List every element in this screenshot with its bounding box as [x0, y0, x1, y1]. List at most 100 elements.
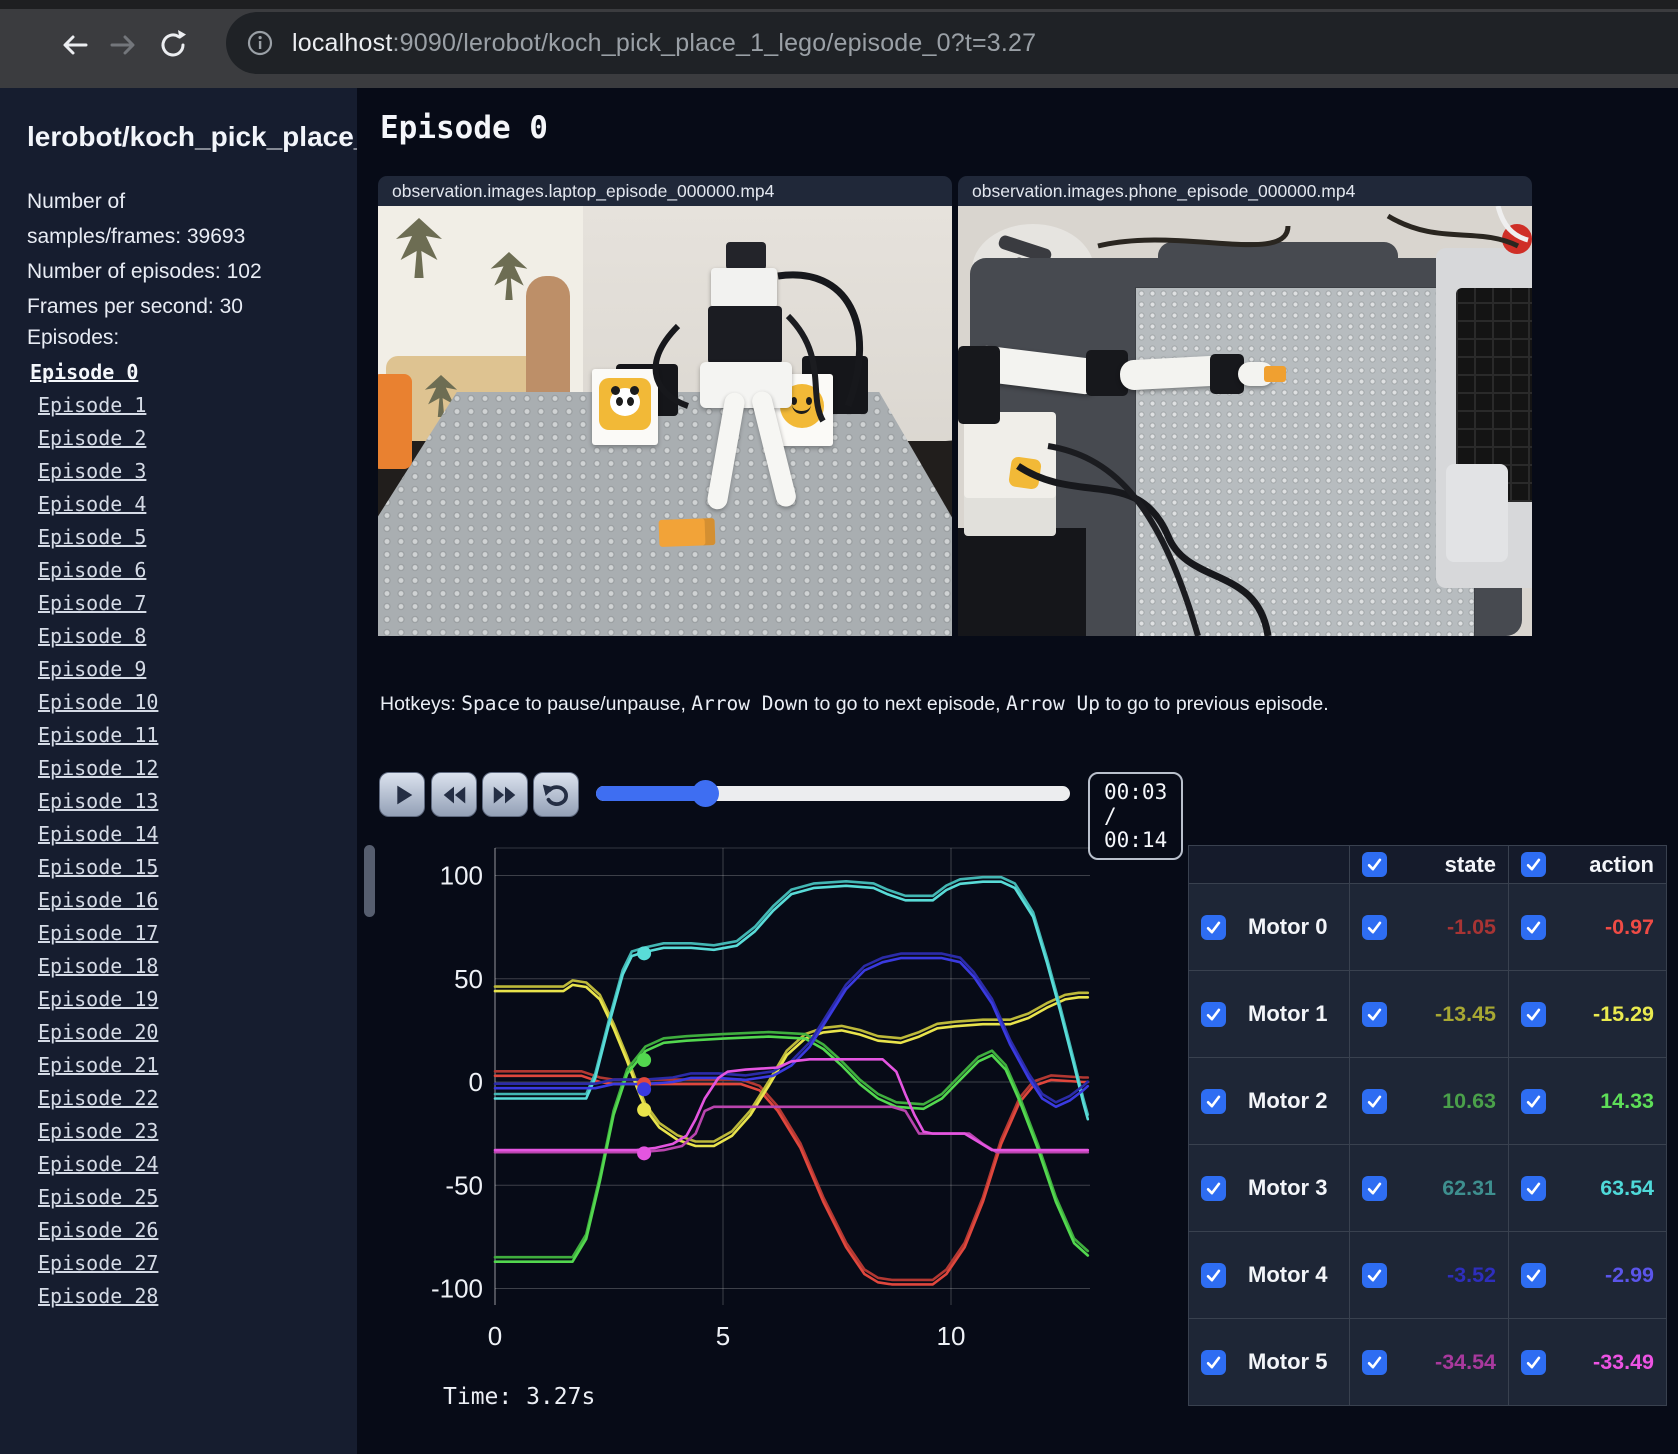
- motor-4-checkbox[interactable]: [1201, 1262, 1226, 1288]
- episode-link-6[interactable]: Episode 6: [38, 554, 146, 587]
- motor-3-checkbox[interactable]: [1201, 1175, 1226, 1201]
- motor-1-state-checkbox[interactable]: [1362, 1001, 1387, 1027]
- episode-link-20[interactable]: Episode 20: [38, 1016, 158, 1049]
- episode-link-7[interactable]: Episode 7: [38, 587, 146, 620]
- episode-link-19[interactable]: Episode 19: [38, 983, 158, 1016]
- motor-chart[interactable]: 100500-50-1000 5 10: [378, 800, 1100, 1400]
- motor-row-0: Motor 0 -1.05 -0.97: [1188, 883, 1667, 971]
- reload-icon[interactable]: [154, 26, 192, 64]
- episode-link-1[interactable]: Episode 1: [38, 389, 146, 422]
- episodes-label: Episodes:: [27, 326, 120, 350]
- episode-link-27[interactable]: Episode 27: [38, 1247, 158, 1280]
- video-phone[interactable]: [958, 206, 1532, 636]
- hotkey-text: Hotkeys:: [380, 693, 462, 715]
- motor-4-action-checkbox[interactable]: [1521, 1262, 1546, 1288]
- motor-4-state-checkbox[interactable]: [1362, 1262, 1387, 1288]
- main-content: Episode 0 observation.images.laptop_epis…: [357, 88, 1678, 1454]
- hotkey-text: to go to next episode,: [808, 693, 1007, 715]
- motor-1-action-checkbox[interactable]: [1521, 1001, 1546, 1027]
- motor-row-3: Motor 3 62.31 63.54: [1188, 1144, 1667, 1232]
- hotkey-key: Arrow Down: [691, 692, 809, 715]
- motor-row-4: Motor 4 -3.52 -2.99: [1188, 1231, 1667, 1319]
- motor-1-checkbox[interactable]: [1201, 1001, 1226, 1027]
- dataset-info-line: Number of: [27, 190, 126, 213]
- motor-table: state action Motor 0 -1.05 -0.97 Motor 1 -13.…: [1188, 845, 1667, 1406]
- episode-link-16[interactable]: Episode 16: [38, 884, 158, 917]
- motor-row-1: Motor 1 -13.45 -15.29: [1188, 970, 1667, 1058]
- dataset-info-line: samples/frames: 39693: [27, 225, 246, 249]
- svg-text:0: 0: [488, 1321, 502, 1351]
- seek-slider[interactable]: [596, 780, 1070, 807]
- hotkey-text: to go to previous episode.: [1099, 693, 1329, 715]
- motor-1-action-value: -15.29: [1593, 1001, 1654, 1026]
- dataset-info-line: Number of episodes: 102: [27, 260, 262, 284]
- episode-link-17[interactable]: Episode 17: [38, 917, 158, 950]
- motor-1-state-value: -13.45: [1435, 1001, 1496, 1026]
- hotkey-key: Arrow Up: [1006, 692, 1100, 715]
- episode-link-4[interactable]: Episode 4: [38, 488, 146, 521]
- info-icon[interactable]: [246, 29, 274, 57]
- episode-link-0[interactable]: Episode 0: [30, 356, 138, 389]
- video-panel-laptop: observation.images.laptop_episode_000000…: [378, 176, 952, 636]
- motor-5-action-checkbox[interactable]: [1521, 1349, 1546, 1375]
- motor-4-action-value: -2.99: [1604, 1262, 1654, 1287]
- episode-link-22[interactable]: Episode 22: [38, 1082, 158, 1115]
- url-bar[interactable]: localhost:9090/lerobot/koch_pick_place_1…: [226, 12, 1678, 74]
- video-row: observation.images.laptop_episode_000000…: [378, 176, 1532, 636]
- motor-0-action-value: -0.97: [1604, 914, 1654, 939]
- motor-5-checkbox[interactable]: [1201, 1349, 1226, 1375]
- episode-link-14[interactable]: Episode 14: [38, 818, 158, 851]
- scrollbar-thumb[interactable]: [364, 845, 375, 917]
- hotkey-key: Space: [461, 692, 520, 715]
- action-column-checkbox[interactable]: [1521, 852, 1546, 877]
- episode-link-28[interactable]: Episode 28: [38, 1280, 158, 1313]
- motor-3-action-checkbox[interactable]: [1521, 1175, 1546, 1201]
- state-column-checkbox[interactable]: [1362, 852, 1387, 877]
- page-title: Episode 0: [380, 110, 548, 146]
- video-title-phone: observation.images.phone_episode_000000.…: [958, 176, 1532, 206]
- episode-link-18[interactable]: Episode 18: [38, 950, 158, 983]
- video-panel-phone: observation.images.phone_episode_000000.…: [958, 176, 1532, 636]
- motor-2-state-checkbox[interactable]: [1362, 1088, 1387, 1114]
- episode-link-25[interactable]: Episode 25: [38, 1181, 158, 1214]
- episode-link-2[interactable]: Episode 2: [38, 422, 146, 455]
- dataset-title: lerobot/koch_pick_place_1_lego: [27, 121, 357, 152]
- motor-row-5: Motor 5 -34.54 -33.49: [1188, 1318, 1667, 1406]
- episode-link-9[interactable]: Episode 9: [38, 653, 146, 686]
- svg-text:10: 10: [937, 1321, 966, 1351]
- url-text[interactable]: localhost:9090/lerobot/koch_pick_place_1…: [292, 29, 1036, 58]
- motor-0-checkbox[interactable]: [1201, 914, 1226, 940]
- motor-0-state-checkbox[interactable]: [1362, 914, 1387, 940]
- episode-link-10[interactable]: Episode 10: [38, 686, 158, 719]
- hotkeys-text: Hotkeys: Space to pause/unpause, Arrow D…: [380, 692, 1329, 716]
- episode-link-11[interactable]: Episode 11: [38, 719, 158, 752]
- motor-2-checkbox[interactable]: [1201, 1088, 1226, 1114]
- sidebar: lerobot/koch_pick_place_1_lego Number of…: [0, 88, 357, 1454]
- window-edge: [0, 0, 1678, 9]
- video-laptop[interactable]: [378, 206, 952, 636]
- svg-text:-100: -100: [431, 1274, 483, 1304]
- episode-link-8[interactable]: Episode 8: [38, 620, 146, 653]
- forward-icon[interactable]: [104, 26, 142, 64]
- episode-link-13[interactable]: Episode 13: [38, 785, 158, 818]
- back-icon[interactable]: [56, 26, 94, 64]
- time-display: 00:03 / 00:14: [1088, 772, 1184, 860]
- episode-link-5[interactable]: Episode 5: [38, 521, 146, 554]
- episode-link-3[interactable]: Episode 3: [38, 455, 146, 488]
- episode-link-23[interactable]: Episode 23: [38, 1115, 158, 1148]
- motor-5-label: Motor 5: [1248, 1349, 1328, 1374]
- episode-link-24[interactable]: Episode 24: [38, 1148, 158, 1181]
- motor-0-action-checkbox[interactable]: [1521, 914, 1546, 940]
- motor-2-action-checkbox[interactable]: [1521, 1088, 1546, 1114]
- dataset-info-line: Frames per second: 30: [27, 295, 243, 319]
- episode-link-26[interactable]: Episode 26: [38, 1214, 158, 1247]
- chart-time-label: Time: 3.27s: [443, 1384, 596, 1410]
- url-path: :9090/lerobot/koch_pick_place_1_lego/epi…: [392, 28, 1037, 57]
- motor-row-2: Motor 2 10.63 14.33: [1188, 1057, 1667, 1145]
- motor-3-state-checkbox[interactable]: [1362, 1175, 1387, 1201]
- episode-link-12[interactable]: Episode 12: [38, 752, 158, 785]
- episode-link-21[interactable]: Episode 21: [38, 1049, 158, 1082]
- motor-5-state-checkbox[interactable]: [1362, 1349, 1387, 1375]
- svg-text:50: 50: [454, 964, 483, 994]
- episode-link-15[interactable]: Episode 15: [38, 851, 158, 884]
